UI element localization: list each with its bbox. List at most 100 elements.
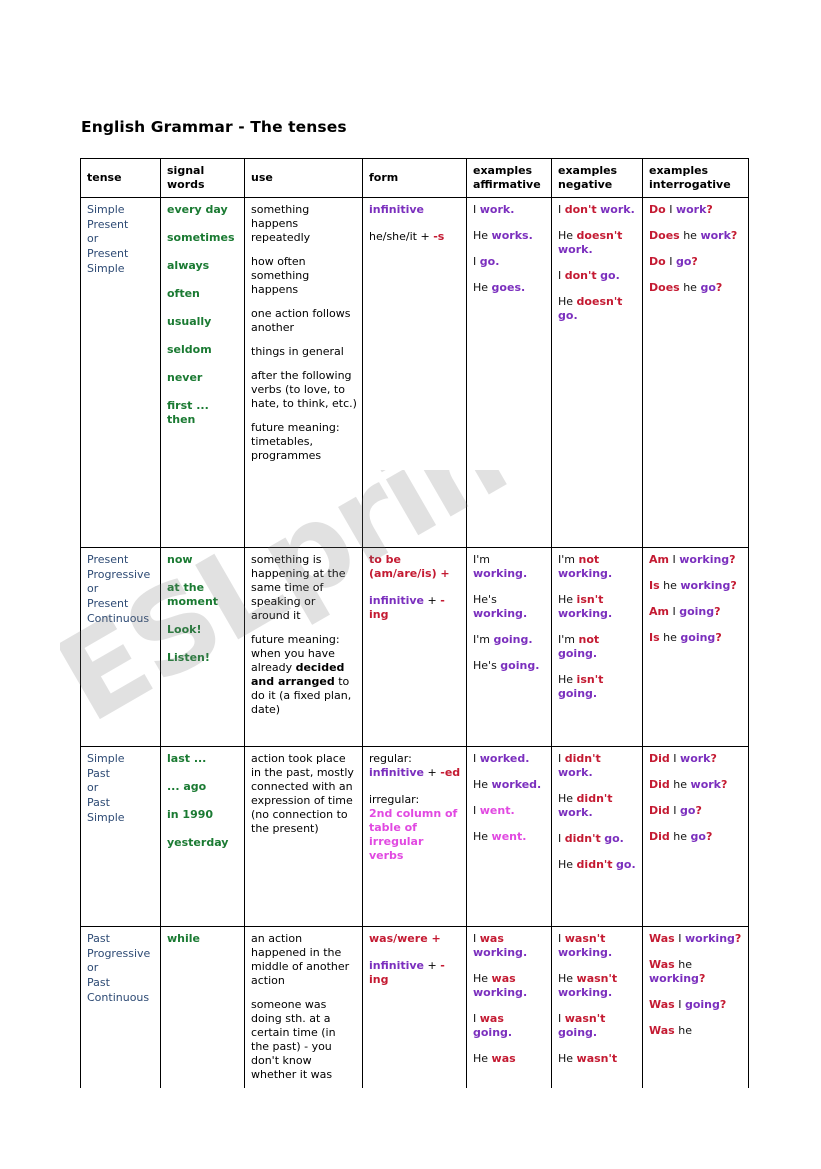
auxiliary: Was [649,932,675,945]
tense-line: Present [87,596,129,610]
example-sentence: Was I going? [649,998,743,1012]
subject: He [473,777,489,791]
verb: working [558,606,608,620]
signal-word: yesterday [167,835,229,849]
punctuation: ? [714,604,721,618]
punctuation: ? [734,932,742,945]
page-title: English Grammar - The tenses [81,118,347,136]
form-line: infinitive + -ing [369,593,445,621]
punctuation: . [510,803,515,817]
verb: goes [491,280,521,294]
punctuation: ? [705,829,713,843]
tense-line: Past [87,932,110,945]
punctuation: . [588,765,593,779]
example-sentence: Am I going? [649,605,743,619]
punctuation: . [607,985,613,999]
use-list: an action happened in the middle of anot… [251,932,357,1082]
subject: I [558,752,562,765]
column-header-form: form [362,158,467,198]
signal-word-list: now at the moment Look! Listen! [167,553,239,665]
auxiliary: Do [649,254,666,268]
tense-line: Past [87,795,110,809]
cell-examples-affirmative: I work. He works. I go. He goes. [466,197,552,548]
tense-line: or [87,582,99,596]
form-label: regular: [369,752,412,765]
signal-word-list: while [167,932,239,946]
signal-word: ... ago [167,779,207,793]
cell-form: was/were + infinitive + -ing [362,926,467,1111]
verb: go [675,254,692,268]
verb: works [491,228,529,242]
subject: He [473,829,489,843]
auxiliary: wasn't [564,932,606,945]
verb: work [479,203,511,216]
subject: I [673,752,677,765]
auxiliary: was [491,971,516,985]
verb: going [680,630,716,644]
form-line: irregular: 2nd column of table of irregu… [369,792,458,862]
cell-signal-words: every day sometimes always often usually… [160,197,245,548]
example-list-affirmative: I'm working. He's working. I'm going. He's … [473,553,546,673]
tense-line: Simple [87,261,125,275]
use-item: something is happening at the same time … [251,553,346,622]
verb: work [680,752,711,765]
punctuation: . [522,606,528,620]
example-sentence: Was he [649,1024,743,1038]
example-sentence: He didn't work. [558,792,637,820]
auxiliary: was [479,932,504,945]
subject: I [473,932,477,945]
verb: work [558,765,589,779]
tense-line: Continuous [87,611,150,625]
punctuation: . [495,254,500,268]
subject: I [678,997,682,1011]
page-bottom-margin [0,1088,821,1169]
verb: go [604,831,620,845]
example-list-negative: I'm not working. He isn't working. I'm not… [558,553,637,701]
example-list-interrogative: Did I work? Did he work? Did I go? Did he g… [649,752,743,844]
auxiliary: doesn't [576,228,623,242]
column-header-examples-interrogative: examples interrogative [642,158,749,198]
table-header-row: tense signal words use form examples aff… [80,158,749,198]
subject: he [683,228,697,242]
punctuation: . [588,242,593,256]
example-list-interrogative: Was I working? Was he working? Was I going… [649,932,743,1038]
punctuation: . [615,268,620,282]
punctuation: ? [719,997,727,1011]
verb: working [473,606,523,620]
column-header-examples-negative: examples negative [551,158,643,198]
cell-use: an action happened in the middle of anot… [244,926,363,1111]
form-line: he/she/it + -s [369,229,445,243]
example-sentence: I go. [473,255,546,269]
example-sentence: Am I working? [649,553,743,567]
cell-examples-affirmative: I worked. He worked. I went. He went. [466,746,552,927]
example-sentence: He goes. [473,281,546,295]
example-sentence: He didn't go. [558,858,637,872]
subject: He's [473,592,497,606]
tense-line: Continuous [87,990,150,1004]
cell-examples-affirmative: I'm working. He's working. I'm going. He's … [466,547,552,747]
example-sentence: Do I go? [649,255,743,269]
example-sentence: I wasn't going. [558,1012,637,1040]
verb: work [558,805,589,819]
example-sentence: He wasn't working. [558,972,637,1000]
example-sentence: He doesn't go. [558,295,637,323]
punctuation: . [607,945,613,959]
subject: I [473,203,477,216]
auxiliary: Does [649,280,680,294]
auxiliary: didn't [576,857,613,871]
table-row: Present Progressive or Present Continuou… [80,547,749,747]
verb: going [473,1025,508,1039]
auxiliary: didn't [564,831,601,845]
column-header-use: use [244,158,363,198]
example-sentence: He was [473,1052,546,1066]
example-sentence: I'm working. [473,553,546,581]
example-sentence: Did I work? [649,752,743,766]
example-list-negative: I don't work. He doesn't work. I don't go.… [558,203,637,323]
form-line: infinitive [369,203,425,216]
verb: work [675,203,707,216]
form-description: infinitive he/she/it + -s [369,203,461,244]
auxiliary: Does [649,228,680,242]
auxiliary: Am [649,553,669,566]
auxiliary: didn't [576,791,613,805]
example-list-interrogative: Am I working? Is he working? Am I going? Is… [649,553,743,645]
